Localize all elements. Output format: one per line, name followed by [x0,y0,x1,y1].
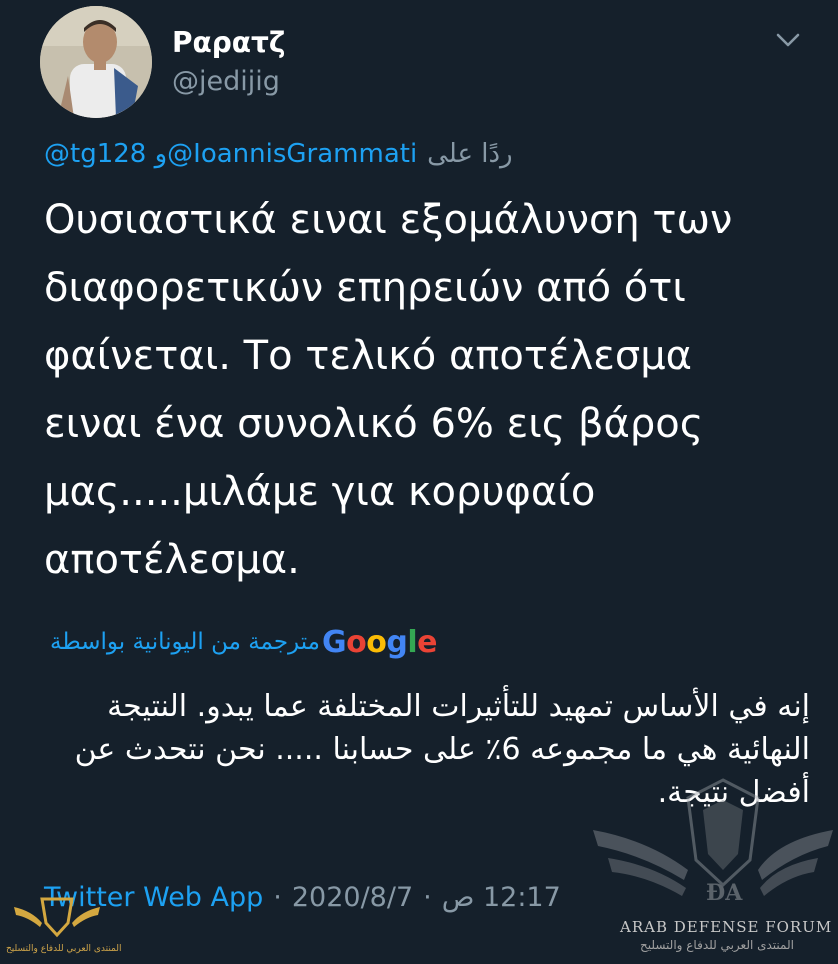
avatar[interactable] [40,6,152,118]
chevron-down-icon[interactable] [770,26,806,54]
watermark-subtitle: المنتدى العربي للدفاع والتسليح [640,938,794,952]
tweet-line: αποτέλεσμα. [44,537,300,583]
display-name[interactable]: Ραρατζ [172,26,285,59]
watermark-title: ARAB DEFENSE FORUM [620,918,833,936]
tweet-text: Ουσιαστικά ειναι εξομάλυνση των διαφορετ… [44,186,794,594]
avatar-image [40,6,152,118]
meta-separator: · [273,881,282,913]
meta-separator: · [423,881,432,913]
tweet-line: μας.....μιλάμε για κορυφαίο [44,469,596,515]
translated-by-link[interactable]: مترجمة من اليونانية بواسطة Google [50,620,530,664]
tweet-line: ειναι ένα συνολικό 6% εις βάρος [44,401,704,447]
reply-mentions[interactable]: @tg128 و@IoannisGrammati [44,139,417,169]
google-logo: Google [322,624,438,660]
translated-label: مترجمة من اليونانية بواسطة [50,629,321,655]
tweet-time[interactable]: 12:17 ص [442,882,561,913]
reply-prefix: ردًا على [427,139,513,169]
tweet-line: διαφορετικών επηρειών από ότι [44,265,686,311]
tweet-meta: Twitter Web App · 2020/8/7 · 12:17 ص [44,875,604,919]
replying-to: @tg128 و@IoannisGrammati ردًا على [44,136,574,172]
user-handle[interactable]: @jedijig [172,66,280,97]
corner-caption: المنتدى العربي للدفاع والتسليح [6,944,122,954]
svg-text:ĐA: ĐA [706,880,743,906]
tweet-line: Ουσιαστικά ειναι εξομάλυνση των [44,197,733,243]
tweet-line: φαίνεται. Το τελικό αποτέλεσμα [44,333,693,379]
tweet-date[interactable]: 2020/8/7 [292,882,413,913]
